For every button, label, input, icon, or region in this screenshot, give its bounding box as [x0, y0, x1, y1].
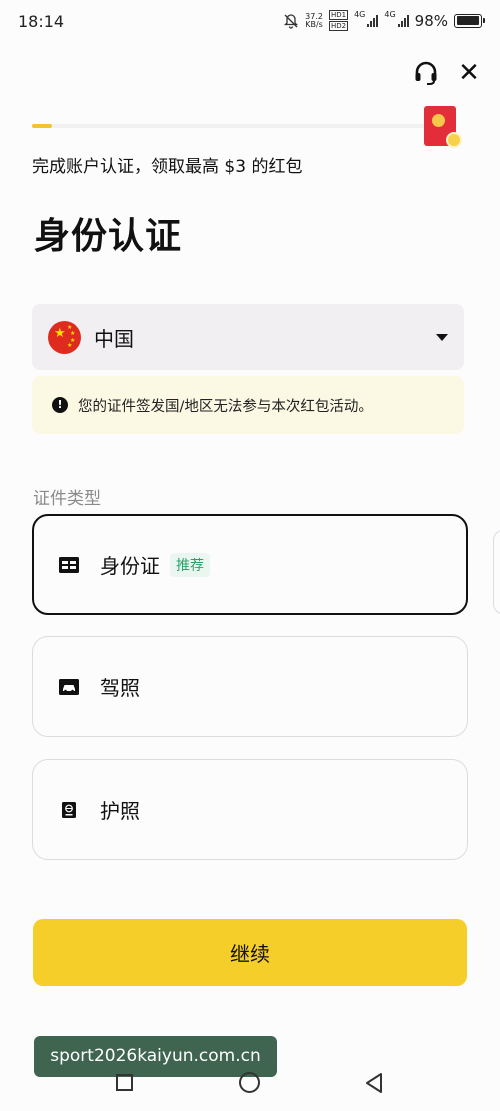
status-indicators: 37.2 KB/s HD1 HD2 4G 4G 98%	[283, 10, 485, 31]
doc-option-passport[interactable]: 护照	[32, 759, 468, 860]
page-title: 身份认证	[34, 216, 183, 257]
back-triangle-icon[interactable]	[364, 1072, 384, 1094]
doc-option-label: 身份证	[100, 554, 160, 578]
hd-badge: HD1	[328, 10, 349, 20]
signal-icon	[367, 14, 379, 27]
continue-button[interactable]: 继续	[33, 919, 467, 986]
square-icon[interactable]	[116, 1074, 133, 1091]
doc-option-id-card[interactable]: 身份证 推荐	[32, 514, 468, 615]
recommended-tag: 推荐	[170, 552, 210, 577]
chevron-down-icon	[436, 333, 448, 341]
hd-badge: HD2	[328, 21, 349, 31]
mute-notification-icon	[284, 13, 299, 29]
warning-banner: ! 您的证件签发国/地区无法参与本次红包活动。	[32, 376, 464, 434]
promo-text: 完成账户认证，领取最高 $3 的红包	[32, 157, 303, 177]
document-type-label: 证件类型	[33, 489, 101, 509]
net-speed: 37.2 KB/s	[305, 11, 323, 29]
doc-option-driver-license[interactable]: 驾照	[32, 636, 468, 737]
doc-option-label: 护照	[100, 799, 140, 823]
status-time: 18:14	[18, 12, 65, 31]
card-edge	[493, 530, 500, 614]
country-name: 中国	[94, 326, 134, 351]
circle-icon[interactable]	[239, 1072, 260, 1093]
progress-fill	[32, 124, 52, 128]
exclamation-icon: !	[52, 397, 68, 413]
driver-license-icon	[59, 678, 79, 695]
hd-badges: HD1 HD2	[328, 10, 349, 31]
red-envelope-icon[interactable]	[424, 106, 462, 148]
battery-icon	[454, 13, 485, 28]
watermark-text: sport2026kaiyun.com.cn	[34, 1036, 277, 1077]
doc-option-label: 驾照	[100, 676, 140, 700]
passport-icon	[62, 801, 76, 818]
network-type: 4G	[354, 10, 366, 19]
country-select[interactable]: ★ ★ ★ ★ ★ 中国	[32, 304, 464, 370]
id-card-icon	[59, 556, 79, 573]
close-icon[interactable]: ✕	[457, 60, 481, 86]
warning-text: 您的证件签发国/地区无法参与本次红包活动。	[78, 398, 373, 415]
progress-track	[32, 124, 426, 128]
signal-icon	[397, 14, 409, 27]
network-type: 4G	[384, 10, 396, 19]
battery-percent: 98%	[414, 11, 448, 30]
headset-icon[interactable]	[413, 60, 439, 86]
china-flag-icon: ★ ★ ★ ★ ★	[48, 320, 81, 354]
